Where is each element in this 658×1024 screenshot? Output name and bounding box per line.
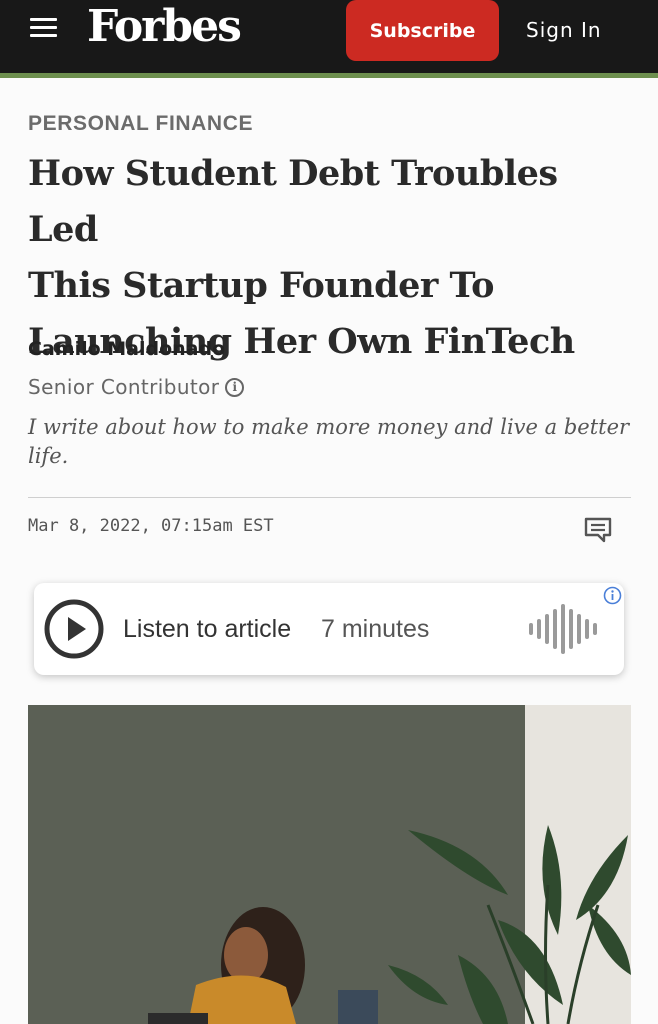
publish-date: Mar 8, 2022, 07:15am EST <box>28 516 274 536</box>
audio-duration: 7 minutes <box>321 615 430 643</box>
top-navigation-bar: Forbes Subscribe Sign In <box>0 0 658 73</box>
author-name[interactable]: Camilo Maldonado <box>28 338 225 360</box>
section-label[interactable]: PERSONAL FINANCE <box>28 112 253 136</box>
author-role: Senior Contributor i <box>28 375 245 399</box>
soundwave-icon <box>528 603 600 655</box>
article-headline: How Student Debt Troubles Led This Start… <box>28 146 638 370</box>
author-bio: I write about how to make more money and… <box>28 415 630 468</box>
subscribe-button[interactable]: Subscribe <box>346 0 499 61</box>
header-accent-stripe <box>0 73 658 78</box>
hamburger-menu-icon[interactable] <box>30 18 57 38</box>
hero-image[interactable] <box>28 705 631 1024</box>
comment-icon[interactable] <box>583 516 613 544</box>
sign-in-link[interactable]: Sign In <box>526 18 602 42</box>
author-role-label: Senior Contributor <box>28 375 220 399</box>
info-icon[interactable]: i <box>225 377 245 397</box>
play-icon[interactable] <box>44 599 104 659</box>
headline-line: This Startup Founder To <box>28 265 494 306</box>
listen-to-article-player: Listen to article 7 minutes <box>34 583 624 675</box>
headline-line: How Student Debt Troubles Led <box>28 153 558 250</box>
listen-label[interactable]: Listen to article <box>123 615 291 644</box>
forbes-logo[interactable]: Forbes <box>87 1 242 52</box>
info-icon[interactable] <box>603 586 622 605</box>
divider <box>28 497 631 498</box>
